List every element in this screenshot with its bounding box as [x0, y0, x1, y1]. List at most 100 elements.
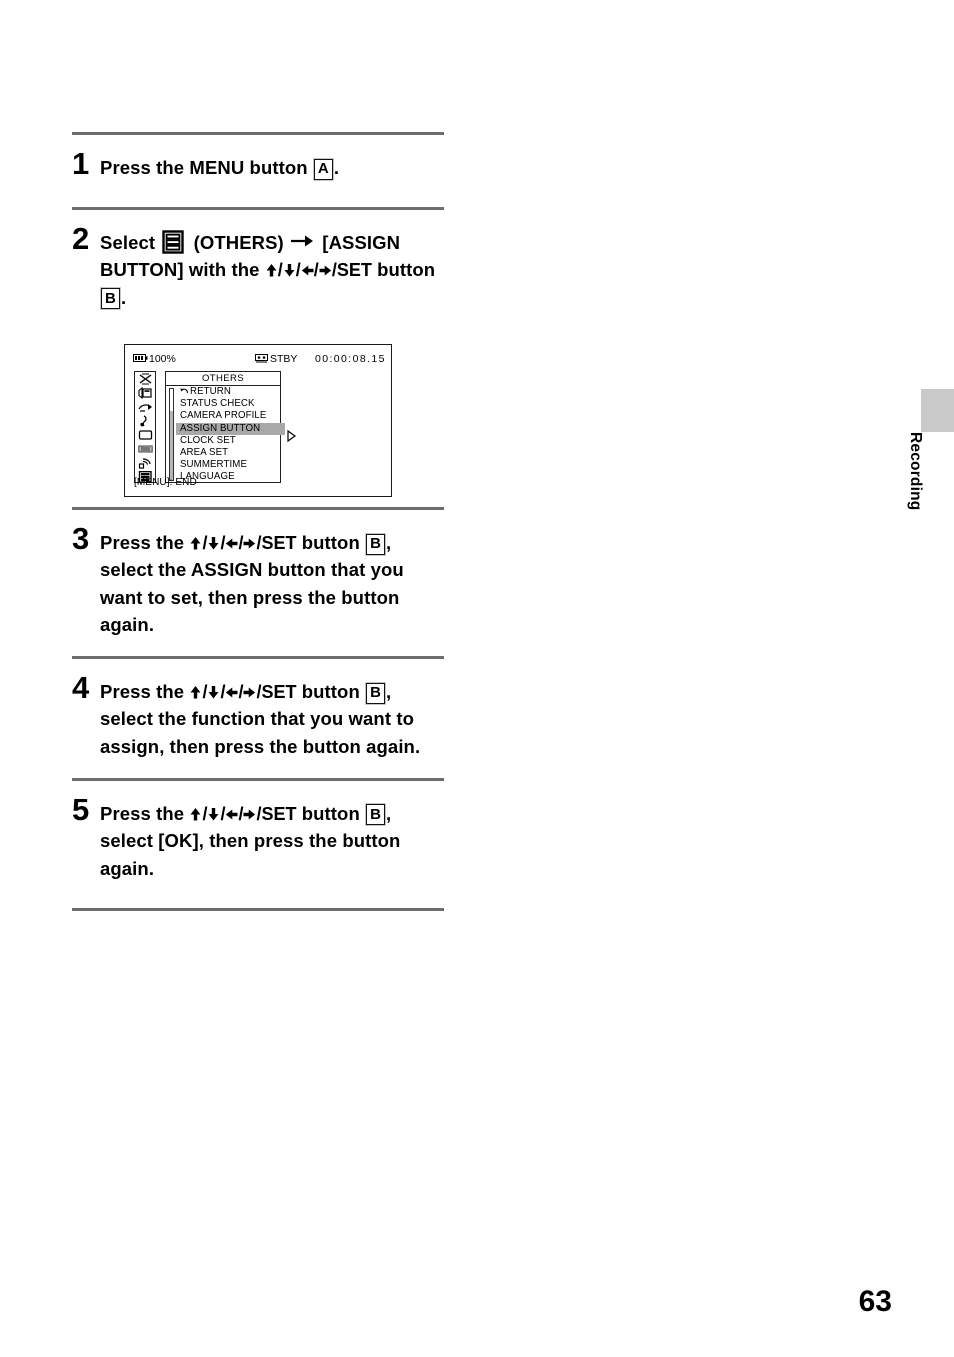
arrow-down-icon — [207, 536, 220, 551]
menu-scrollbar-thumb[interactable] — [170, 389, 173, 411]
arrow-down-icon — [283, 263, 296, 278]
record-mode-label: STBY — [270, 353, 298, 365]
menu-item-label: RETURN — [190, 386, 231, 397]
edit-set-icon[interactable] — [135, 456, 157, 470]
camera-set-icon[interactable] — [135, 372, 157, 386]
step-1-text: Press the MENU button A. — [100, 148, 339, 181]
menu-item-list: RETURN STATUS CHECK CAMERA PROFILE ASSIG… — [176, 386, 285, 484]
menu-item-return[interactable]: RETURN — [178, 386, 279, 398]
tc-ub-set-icon[interactable] — [135, 428, 157, 442]
step-3-text: Press the / / //SET button B, select the A… — [100, 523, 444, 638]
dpad-set-glyphs: / / //SET — [189, 804, 297, 824]
dpad-set-glyphs: / / //SET — [189, 682, 297, 702]
battery-percent: 100% — [149, 353, 176, 365]
step-2-number: 2 — [72, 221, 89, 257]
step-5-number: 5 — [72, 791, 89, 827]
arrow-up-icon — [265, 263, 278, 278]
menu-item-area-set[interactable]: AREA SET — [178, 447, 279, 459]
step-5-mid1: button — [296, 802, 366, 824]
step-2-mid3: button — [371, 259, 436, 281]
arrow-right-dpad-icon — [243, 536, 256, 551]
step-1-lead: Press the MENU button — [100, 157, 313, 178]
menu-item-label: CAMERA PROFILE — [180, 410, 267, 422]
menu-item-label: STATUS CHECK — [180, 398, 255, 410]
audio-set-icon[interactable] — [135, 386, 157, 400]
others-drawer-icon — [162, 230, 185, 254]
memory-set-icon[interactable] — [135, 442, 157, 456]
step-4-text: Press the / / //SET button B, select the f… — [100, 672, 444, 760]
return-arrow-icon — [180, 386, 189, 395]
section-tab-marker — [921, 389, 954, 432]
arrow-left-icon — [225, 536, 238, 551]
lcd-vf-set-icon[interactable] — [135, 414, 157, 428]
step-5: 5 Press the / / //SET button B, select [OK… — [72, 781, 444, 882]
lcd-icon-rail — [134, 371, 156, 483]
step-5-text: Press the / / //SET button B, select [OK],… — [100, 794, 444, 882]
step-4-lead: Press the — [100, 681, 190, 703]
lcd-frame: 100% STBY 00:00:08.15 OTHERS RETURN STAT… — [124, 344, 392, 497]
arrow-up-icon — [189, 536, 202, 551]
menu-item-summertime[interactable]: SUMMERTIME — [178, 459, 279, 471]
dpad-set-glyphs: / / //SET — [265, 260, 372, 280]
timecode-value: 00:00:08.15 — [315, 353, 386, 365]
step-4-number: 4 — [72, 670, 89, 706]
arrow-left-icon — [301, 263, 314, 278]
menu-scrollbar[interactable] — [169, 388, 174, 481]
step-2-text: Select (OTHERS) [ASSIGN BUTTON] with the… — [100, 223, 444, 311]
arrow-right-dpad-icon — [319, 263, 332, 278]
arrow-left-icon — [225, 807, 238, 822]
key-label-b-5: B — [366, 804, 386, 826]
arrow-down-icon — [207, 807, 220, 822]
lcd-footer-hint: [MENU]: END — [134, 477, 197, 488]
key-label-b-2: B — [101, 288, 120, 310]
tape-icon — [255, 354, 268, 363]
record-mode-status: STBY — [255, 353, 297, 365]
lcd-status-bar: 100% STBY 00:00:08.15 — [133, 352, 386, 366]
menu-item-status-check[interactable]: STATUS CHECK — [178, 398, 279, 410]
step-2-mid1: (OTHERS) — [188, 232, 290, 254]
arrow-right-icon — [291, 234, 315, 248]
vcr-set-icon[interactable] — [135, 400, 157, 414]
battery-status: 100% — [133, 353, 176, 365]
arrow-right-dpad-icon — [243, 807, 256, 822]
step-1-number: 1 — [72, 146, 89, 181]
lcd-screen-figure: 100% STBY 00:00:08.15 OTHERS RETURN STAT… — [124, 344, 392, 497]
menu-item-camera-profile[interactable]: CAMERA PROFILE — [178, 410, 279, 422]
battery-icon — [133, 353, 148, 362]
menu-item-label: CLOCK SET — [180, 434, 236, 446]
step-4-mid1: button — [296, 681, 366, 703]
arrow-right-dpad-icon — [243, 685, 256, 700]
step-1: 1 Press the MENU button A. — [72, 135, 444, 181]
key-label-a: A — [313, 158, 333, 180]
step-3-mid1: button — [296, 532, 366, 554]
arrow-down-icon — [207, 685, 220, 700]
key-label-b-4: B — [366, 682, 386, 704]
menu-item-label: ASSIGN BUTTON — [180, 422, 261, 434]
step-2-tail: . — [120, 286, 127, 308]
menu-item-assign-button[interactable]: ASSIGN BUTTON — [176, 422, 285, 435]
step-3: 3 Press the / / //SET button B, select the… — [72, 510, 444, 638]
page-number: 63 — [858, 1285, 892, 1318]
step-4: 4 Press the / / //SET button B, select the… — [72, 659, 444, 760]
step-2-lead: Select — [100, 232, 161, 254]
key-label-b-3: B — [366, 533, 386, 555]
instruction-steps: 1 Press the MENU button A. 2 Select (OTH… — [72, 132, 444, 911]
menu-item-label: SUMMERTIME — [180, 459, 248, 471]
step-2: 2 Select (OTHERS) [ASSIGN BUTTON] with t… — [72, 210, 444, 311]
lcd-menu-panel: OTHERS RETURN STATUS CHECK CAMERA PROFIL… — [165, 371, 285, 484]
section-tab-label: Recording — [907, 432, 924, 511]
menu-item-clock-set[interactable]: CLOCK SET — [178, 435, 279, 447]
step-3-number: 3 — [72, 521, 89, 557]
step-3-lead: Press the — [100, 532, 190, 554]
arrow-up-icon — [189, 807, 202, 822]
step-1-tail: . — [333, 157, 340, 178]
manual-page: 1 Press the MENU button A. 2 Select (OTH… — [0, 0, 954, 1357]
divider-rule-6 — [72, 907, 444, 911]
dpad-set-glyphs: / / //SET — [189, 533, 297, 553]
arrow-left-icon — [225, 685, 238, 700]
menu-item-label: AREA SET — [180, 446, 229, 458]
